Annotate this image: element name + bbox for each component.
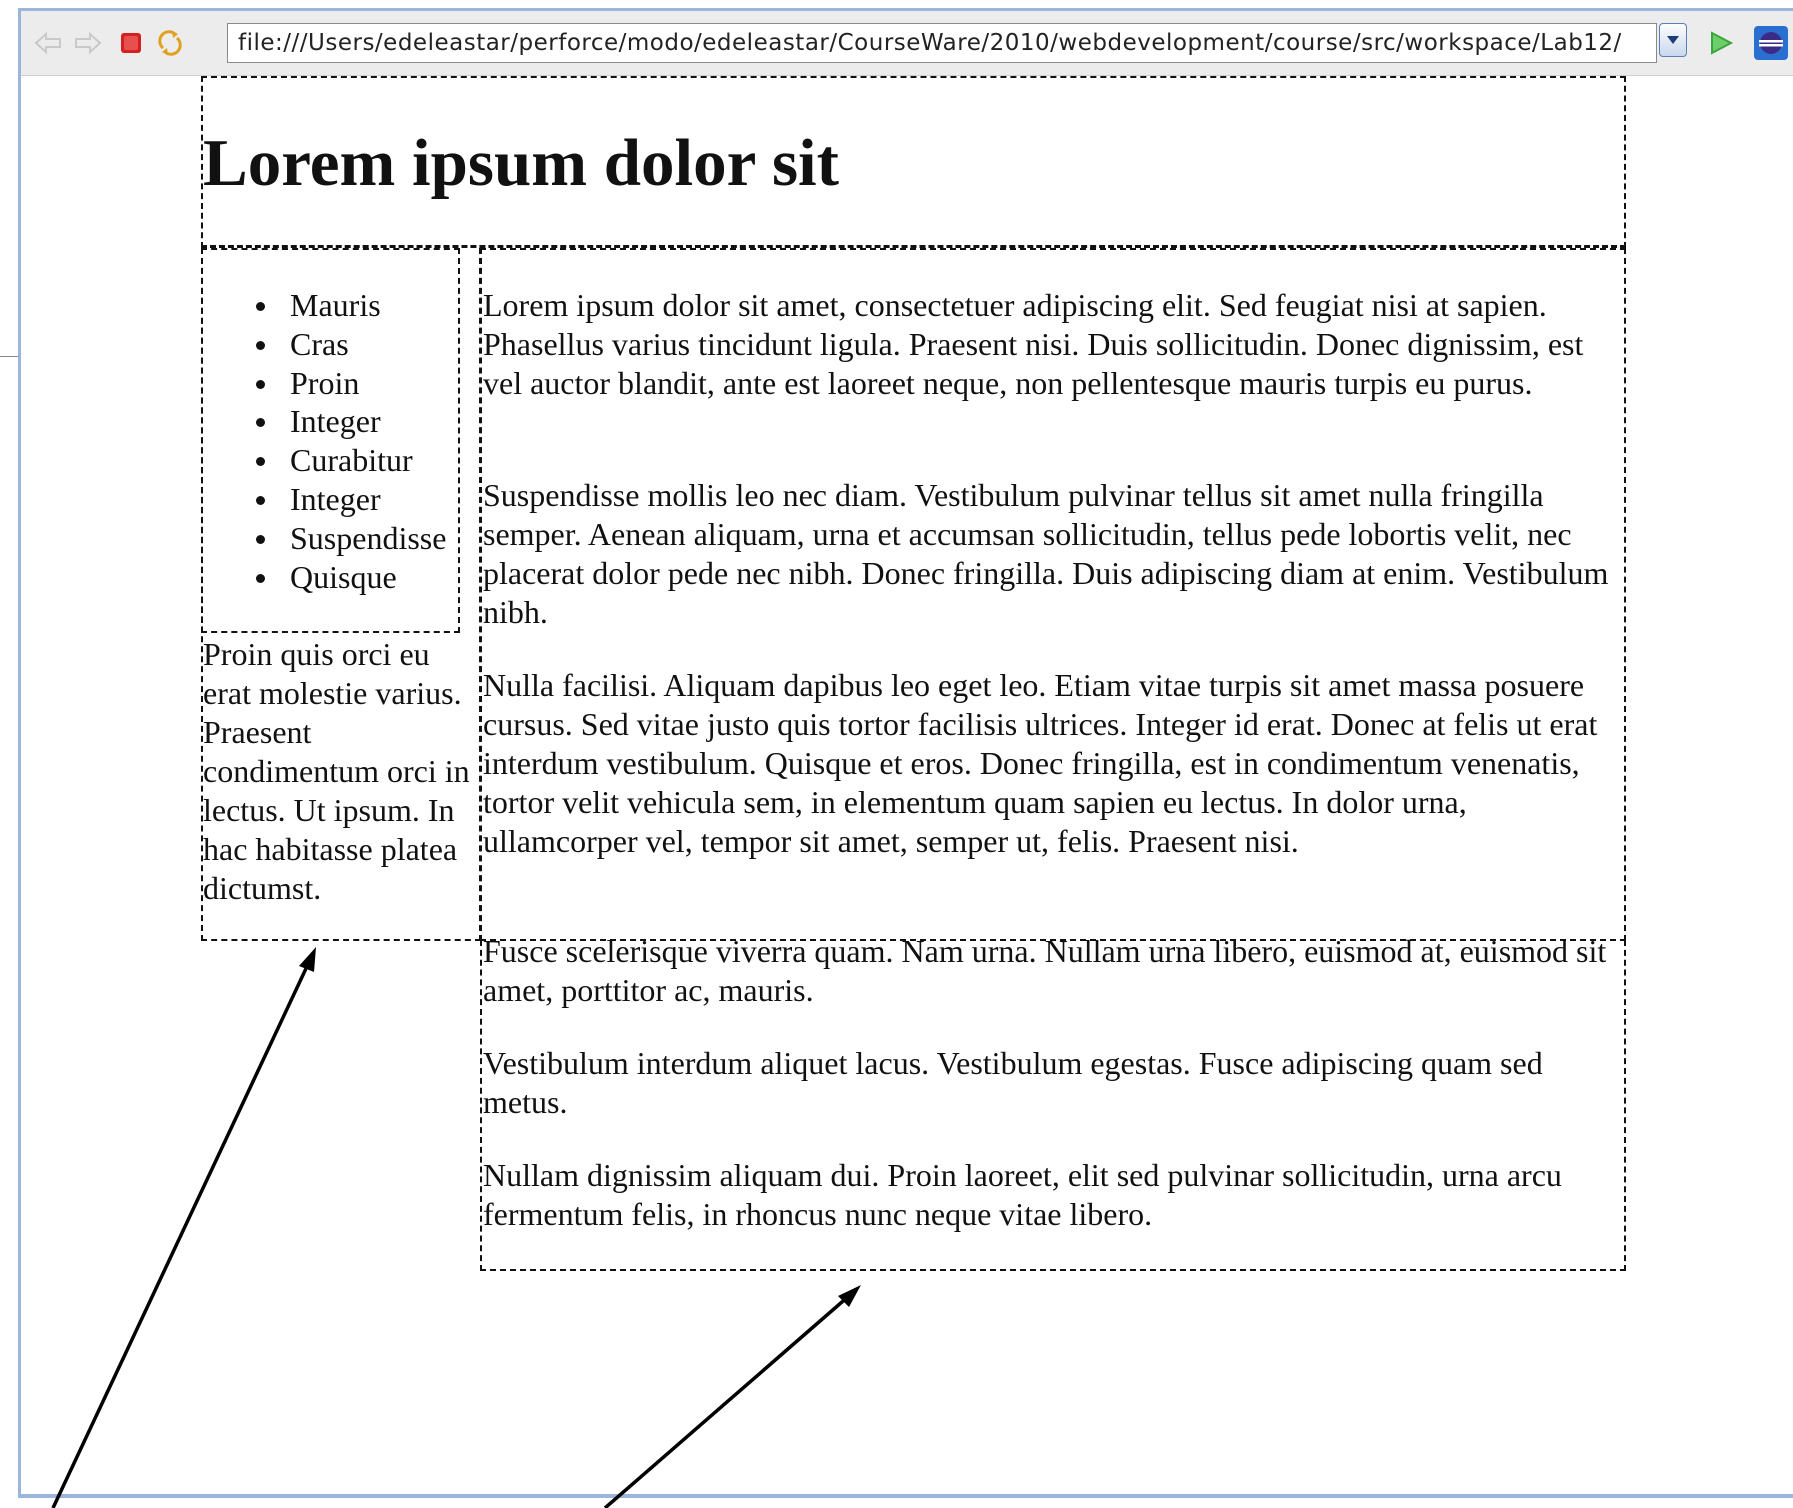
content-arrow	[603, 1285, 861, 1508]
sidebar-arrow	[51, 947, 316, 1508]
annotation-arrows	[51, 947, 861, 1508]
